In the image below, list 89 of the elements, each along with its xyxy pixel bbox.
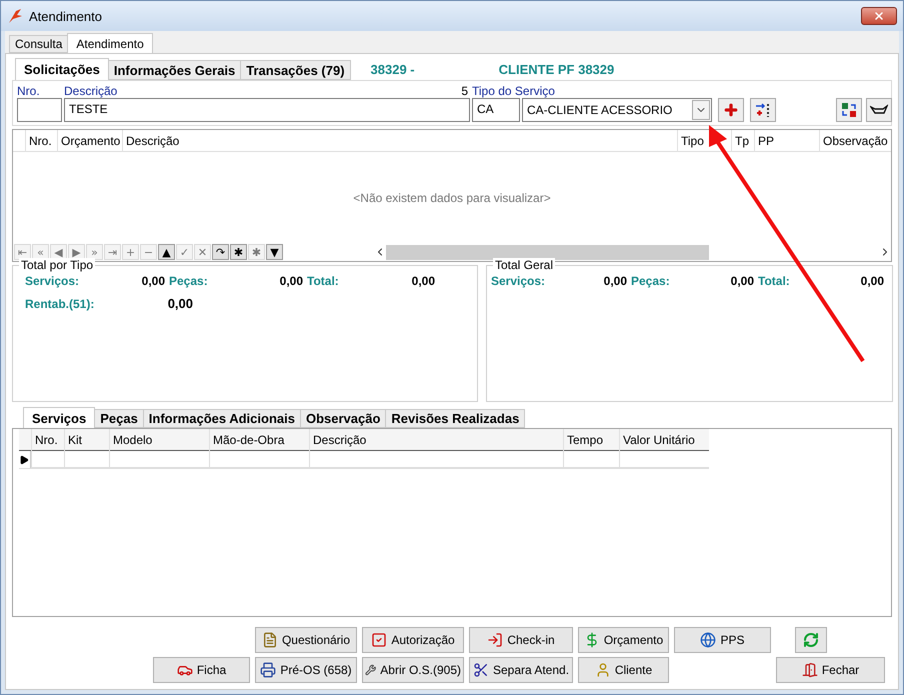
action-button[interactable]: PPS xyxy=(674,627,771,653)
navigator-button[interactable]: ▼ xyxy=(266,244,283,260)
insert-list-icon xyxy=(755,102,771,118)
column-header: Descrição xyxy=(122,130,677,152)
action-button[interactable]: Questionário xyxy=(255,627,357,653)
tab[interactable]: Consulta xyxy=(9,35,68,53)
tab[interactable]: Revisões Realizadas xyxy=(385,409,526,428)
tab[interactable]: Peças xyxy=(94,409,144,428)
checkbox-icon xyxy=(371,632,388,648)
total-value: 0,00 xyxy=(602,274,628,288)
scissors-icon xyxy=(472,662,489,678)
number-field[interactable] xyxy=(17,98,62,122)
total-value: 0,00 xyxy=(410,274,436,288)
description-field[interactable]: TESTE xyxy=(64,98,470,122)
swap-button[interactable] xyxy=(836,98,862,122)
row-pointer-icon xyxy=(19,454,29,464)
total-label: Serviços: xyxy=(491,274,543,288)
plus-icon xyxy=(723,102,739,118)
enter-icon xyxy=(487,632,504,648)
action-button[interactable]: Orçamento xyxy=(578,627,669,653)
add-button[interactable] xyxy=(718,98,744,122)
tab[interactable]: Solicitações xyxy=(15,58,109,80)
window-title: Atendimento xyxy=(29,8,103,24)
total-label: Peças: xyxy=(169,274,209,288)
tab[interactable]: Transações (79) xyxy=(240,60,351,80)
tab[interactable]: Observação xyxy=(300,409,386,428)
total-value: 0,00 xyxy=(140,274,166,288)
insert-list-button[interactable] xyxy=(750,98,776,122)
total-value: 0,00 xyxy=(278,274,304,288)
swap-icon xyxy=(841,102,857,118)
refresh-button[interactable] xyxy=(794,627,826,653)
total-label: Serviços: xyxy=(24,274,80,288)
column-header: Nro. xyxy=(31,429,64,451)
scrollbar-thumb[interactable] xyxy=(386,244,709,260)
total-label: Rentab.(51): xyxy=(24,297,96,311)
empty-message: <Não existem dados para visualizar> xyxy=(353,190,551,204)
action-button[interactable]: Fechar xyxy=(776,657,885,683)
form-icon xyxy=(262,632,278,648)
field-label: Nro. xyxy=(17,84,41,98)
service-code-field[interactable]: CA xyxy=(472,98,520,122)
action-button[interactable]: Check-in xyxy=(469,627,573,653)
tab[interactable]: Informações Gerais xyxy=(108,60,242,80)
column-header: Mão-de-Obra xyxy=(209,429,309,451)
refresh-icon xyxy=(802,632,818,648)
globe-icon xyxy=(700,632,716,648)
wrench-icon xyxy=(365,662,376,678)
client-name: CLIENTE PF 38329 xyxy=(498,62,614,76)
total-label: Total: xyxy=(758,274,791,288)
action-button[interactable]: Autorização xyxy=(362,627,464,653)
tab[interactable]: Serviços xyxy=(23,407,96,428)
column-header: Descrição xyxy=(309,429,563,451)
column-header: Tempo xyxy=(563,429,619,451)
close-button[interactable] xyxy=(861,7,897,25)
door-icon xyxy=(802,662,818,678)
action-button[interactable]: Abrir O.S.(905) xyxy=(362,657,464,683)
character-count: 5 xyxy=(461,84,469,98)
person-icon xyxy=(594,662,611,678)
column-header: PP xyxy=(754,130,819,152)
total-label: Total: xyxy=(307,274,340,288)
oil-can-button[interactable] xyxy=(866,98,892,122)
column-header: Nro. xyxy=(25,130,57,152)
column-header: Tp xyxy=(731,130,754,152)
record-number: 38329 - xyxy=(370,62,415,76)
field-label: Descrição xyxy=(64,84,118,98)
total-value: 0,00 xyxy=(860,274,885,288)
close-icon xyxy=(873,10,885,22)
total-label: Peças: xyxy=(631,274,671,288)
tab[interactable]: Atendimento xyxy=(67,33,153,53)
action-button[interactable]: Separa Atend. xyxy=(469,657,573,683)
action-button[interactable]: Cliente xyxy=(578,657,669,683)
column-header: Kit xyxy=(64,429,109,451)
service-type-dropdown[interactable]: CA-CLIENTE ACESSORIO xyxy=(522,98,712,122)
printer-icon xyxy=(260,662,276,678)
app-logo-icon xyxy=(7,8,23,24)
tab[interactable]: Informações Adicionais xyxy=(142,409,301,428)
group-title: Total Geral xyxy=(493,258,556,272)
group-title: Total por Tipo xyxy=(19,258,96,272)
navigator-button[interactable]: ✱ xyxy=(230,244,247,260)
column-header: Modelo xyxy=(109,429,209,451)
field-label: Tipo do Serviço xyxy=(472,84,556,98)
column-header: Valor Unitário xyxy=(619,429,709,451)
navigator-button[interactable]: ▲ xyxy=(158,244,175,260)
action-button[interactable]: Ficha xyxy=(153,657,250,683)
total-value: 0,00 xyxy=(166,296,194,311)
navigator-button[interactable]: ↷ xyxy=(212,244,229,260)
action-button[interactable]: Pré-OS (658) xyxy=(255,657,357,683)
column-header: Observação xyxy=(819,130,891,152)
column-header: Orçamento xyxy=(57,130,122,152)
total-value: 0,00 xyxy=(730,274,755,288)
